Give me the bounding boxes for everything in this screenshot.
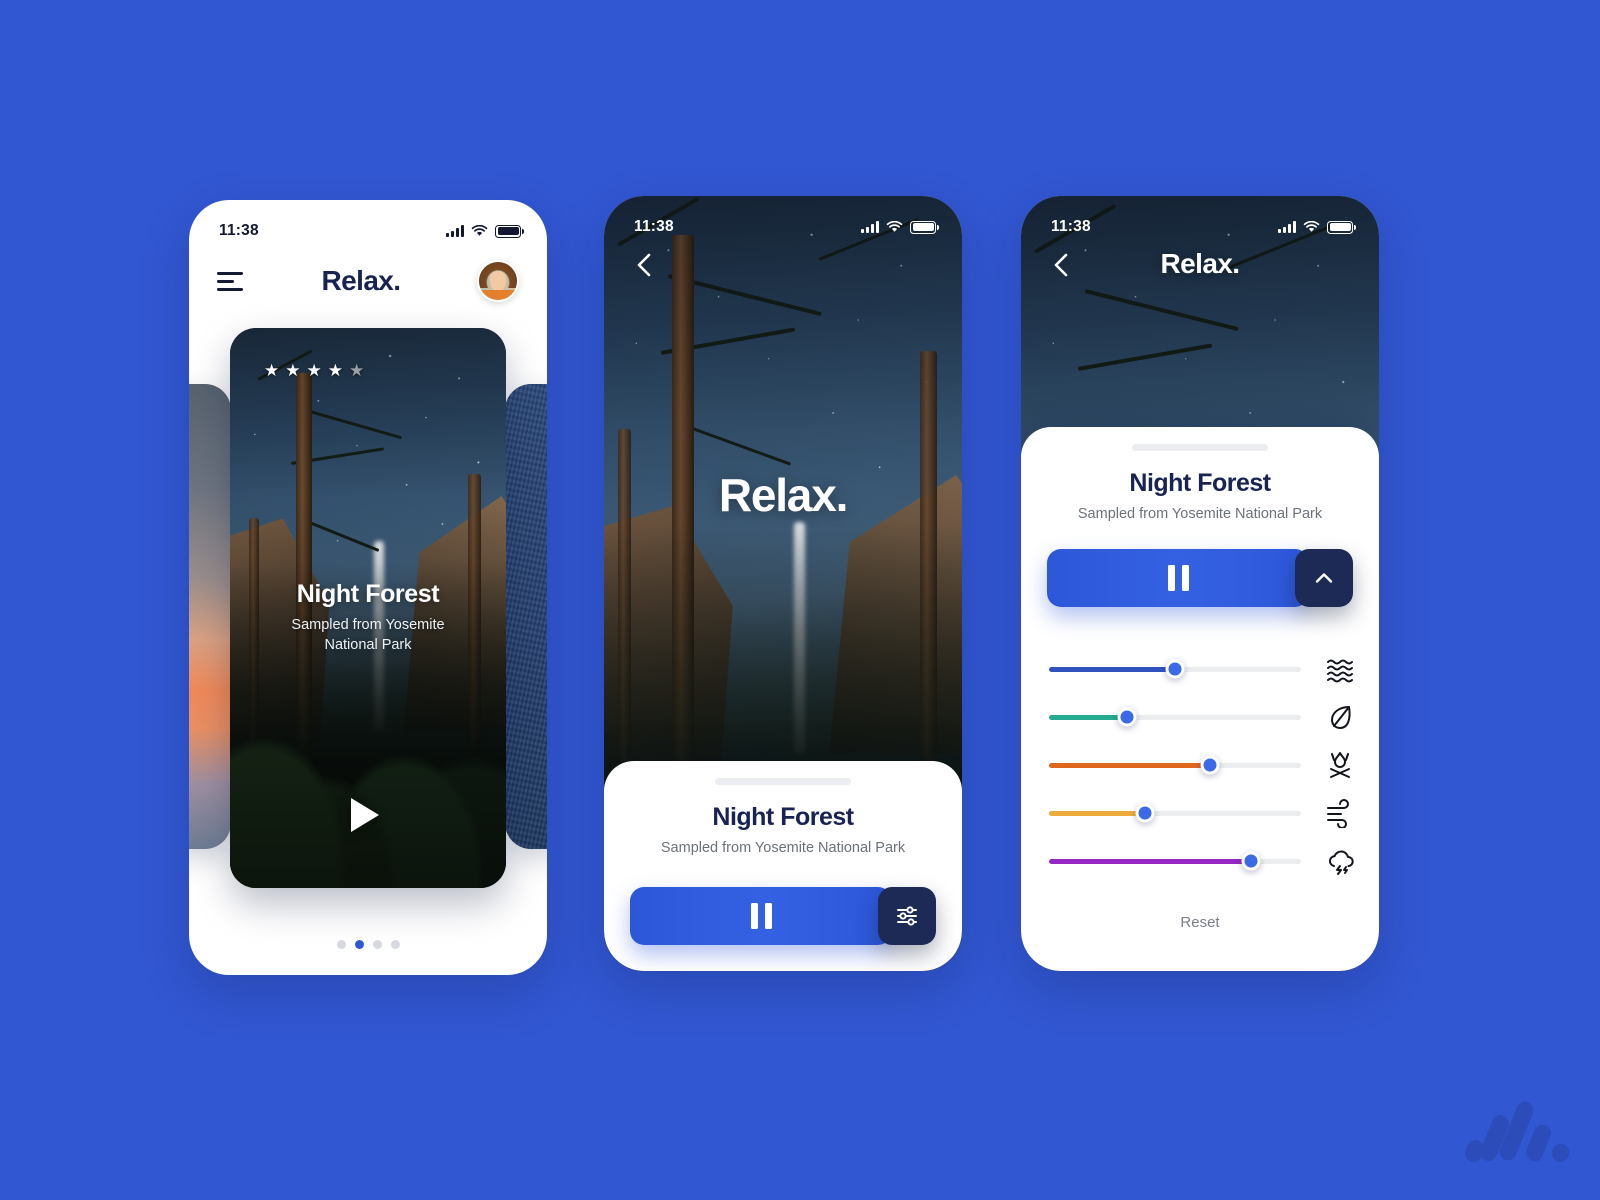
reset-button[interactable]: Reset [1021, 914, 1379, 931]
pagination-dot[interactable] [390, 940, 400, 949]
wifi-icon [471, 225, 488, 237]
wifi-icon [1303, 221, 1320, 233]
player-controls [630, 887, 936, 945]
mixer-sheet: Night Forest Sampled from Yosemite Natio… [1021, 427, 1379, 971]
leaves-slider-track[interactable] [1049, 707, 1301, 727]
leaf-icon [1323, 700, 1357, 734]
track-subtitle: Sampled from Yosemite National Park [1077, 506, 1323, 522]
sound-carousel[interactable]: ★ ★ ★ ★ ★ Night Forest Sampled from Yose… [189, 328, 547, 900]
pagination-dot[interactable] [372, 940, 382, 949]
phone-screen-player: 11:38 Relax. Night Forest Sampled from Y… [604, 196, 962, 971]
wind-slider-knob[interactable] [1135, 803, 1155, 823]
cellular-signal-icon [861, 221, 879, 233]
star-icon: ★ [264, 361, 280, 380]
card-title: Night Forest [296, 580, 440, 608]
status-bar-icons [861, 220, 939, 234]
campfire-icon [1323, 748, 1357, 782]
pause-button[interactable] [630, 887, 892, 945]
card-subtitle-line2: National Park [324, 636, 412, 653]
battery-icon [495, 224, 524, 238]
hamburger-menu-icon[interactable] [217, 271, 245, 291]
sheet-grabber[interactable] [1132, 444, 1268, 451]
player-sheet: Night Forest Sampled from Yosemite Natio… [604, 761, 962, 971]
leaves-slider-knob[interactable] [1117, 707, 1137, 727]
sliders-icon [897, 906, 917, 926]
carousel-card-active[interactable]: ★ ★ ★ ★ ★ Night Forest Sampled from Yose… [230, 328, 506, 888]
cellular-signal-icon [446, 225, 464, 237]
track-subtitle: Sampled from Yosemite National Park [660, 840, 906, 856]
pause-icon [1167, 565, 1189, 591]
waves-slider-knob[interactable] [1165, 659, 1185, 679]
track-title: Night Forest [712, 803, 854, 831]
status-bar: 11:38 [1021, 196, 1379, 244]
status-bar-time: 11:38 [634, 218, 674, 235]
status-bar-time: 11:38 [1051, 218, 1091, 235]
storm-slider-knob[interactable] [1241, 851, 1261, 871]
wind-slider-track[interactable] [1049, 803, 1301, 823]
ambient-mixer [1049, 645, 1357, 885]
mixer-row-wind [1049, 789, 1357, 837]
status-bar: 11:38 [189, 200, 547, 248]
waves-icon [1323, 652, 1357, 686]
rating-stars: ★ ★ ★ ★ ★ [264, 362, 364, 379]
status-bar-icons [1278, 220, 1356, 234]
mixer-button[interactable] [878, 887, 936, 945]
storm-slider-track[interactable] [1049, 851, 1301, 871]
brand-watermark-logo [1460, 1098, 1572, 1165]
battery-icon [910, 220, 939, 234]
star-icon: ★ [306, 361, 322, 380]
phone-screen-home: 11:38 Relax. ★ ★ ★ ★ ★ Night Forest Samp… [189, 200, 547, 975]
star-icon-empty: ★ [349, 361, 365, 380]
page-title: Relax. [1160, 248, 1241, 279]
hero-title: Relax. [718, 469, 849, 521]
mixer-row-leaves [1049, 693, 1357, 741]
wifi-icon [886, 221, 903, 233]
fire-slider-track[interactable] [1049, 755, 1301, 775]
cellular-signal-icon [1278, 221, 1296, 233]
play-icon [351, 798, 379, 832]
pagination-dot-active[interactable] [354, 940, 364, 949]
phone-screen-mixer: 11:38 Relax. Night Forest Sampled from Y… [1021, 196, 1379, 971]
home-header: Relax. [189, 248, 547, 314]
avatar[interactable] [477, 260, 519, 302]
pause-button[interactable] [1047, 549, 1309, 607]
storm-cloud-icon [1323, 844, 1357, 878]
card-caption: Night Forest Sampled from Yosemite Natio… [230, 580, 506, 655]
fire-slider-knob[interactable] [1200, 755, 1220, 775]
carousel-pagination [189, 940, 547, 949]
mixer-row-waves [1049, 645, 1357, 693]
carousel-card-next[interactable] [505, 384, 547, 849]
status-bar-time: 11:38 [219, 222, 259, 239]
wind-icon [1323, 796, 1357, 830]
player-controls [1047, 549, 1353, 607]
chevron-up-icon [1315, 573, 1333, 583]
sheet-grabber[interactable] [715, 778, 851, 785]
pagination-dot[interactable] [336, 940, 346, 949]
mixer-row-fire [1049, 741, 1357, 789]
star-icon: ★ [285, 361, 301, 380]
battery-icon [1327, 220, 1356, 234]
pause-icon [750, 903, 772, 929]
status-bar: 11:38 [604, 196, 962, 244]
page-title: Relax. [321, 265, 402, 296]
status-bar-icons [446, 224, 524, 238]
mixer-row-storm [1049, 837, 1357, 885]
back-button[interactable] [628, 248, 662, 282]
waves-slider-track[interactable] [1049, 659, 1301, 679]
play-button[interactable] [351, 798, 385, 836]
collapse-mixer-button[interactable] [1295, 549, 1353, 607]
chevron-left-icon [637, 253, 651, 277]
track-title: Night Forest [1129, 469, 1271, 497]
star-icon: ★ [327, 361, 343, 380]
carousel-card-previous[interactable] [189, 384, 231, 849]
card-subtitle-line1: Sampled from Yosemite [291, 617, 445, 633]
